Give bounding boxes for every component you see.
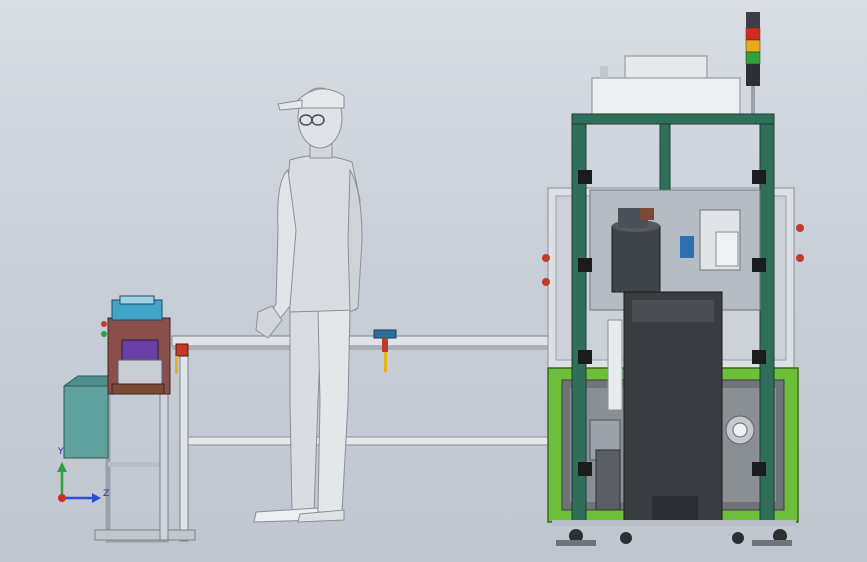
conveyor — [171, 329, 558, 542]
stack-light — [745, 12, 761, 116]
axis-y-label: Y — [57, 447, 64, 457]
cad-viewport[interactable]: Y Z — [0, 0, 867, 562]
feeder-station — [63, 295, 196, 543]
human-mannequin — [253, 87, 363, 523]
assembly-scene: Y Z — [57, 12, 804, 546]
assembly-machine — [542, 12, 804, 546]
axis-z-label: Z — [103, 489, 109, 499]
conveyor-clamp — [373, 329, 397, 372]
